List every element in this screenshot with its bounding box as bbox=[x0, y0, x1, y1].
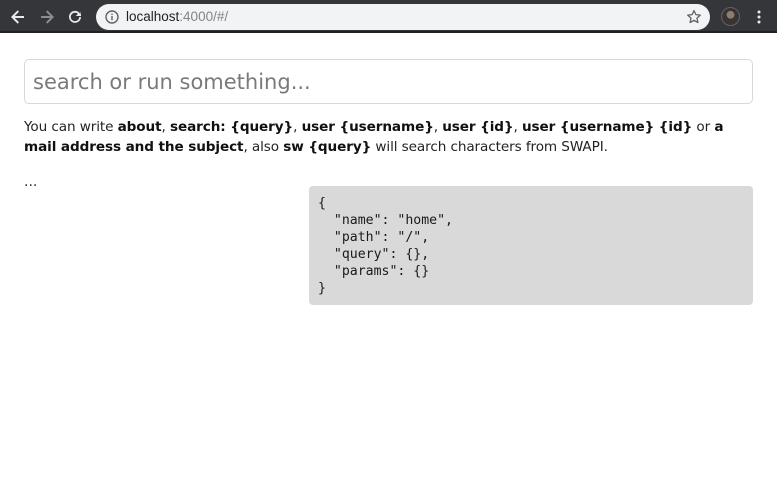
menu-dots-icon[interactable] bbox=[747, 5, 771, 29]
browser-toolbar: localhost:4000/#/ bbox=[0, 0, 777, 33]
forward-icon[interactable] bbox=[35, 5, 59, 29]
command-user-username: user {username} bbox=[301, 119, 434, 135]
reload-icon[interactable] bbox=[63, 5, 87, 29]
url-text: localhost:4000/#/ bbox=[126, 9, 228, 25]
command-user-username-id: user {username} {id} bbox=[521, 119, 693, 135]
help-text: You can write about, search: {query}, us… bbox=[24, 119, 724, 155]
back-icon[interactable] bbox=[6, 5, 30, 29]
result-indicator: ... bbox=[24, 174, 38, 190]
bookmark-star-icon[interactable] bbox=[686, 9, 702, 25]
info-icon[interactable] bbox=[105, 10, 119, 24]
command-user-id: user {id} bbox=[442, 119, 514, 135]
command-about: about bbox=[117, 119, 162, 135]
command-search: search: {query} bbox=[169, 119, 294, 135]
url-path: :4000/#/ bbox=[179, 9, 229, 24]
address-bar[interactable]: localhost:4000/#/ bbox=[96, 4, 710, 30]
command-sw: sw {query} bbox=[283, 139, 372, 155]
profile-avatar[interactable] bbox=[721, 7, 740, 26]
url-host: localhost bbox=[126, 9, 180, 24]
search-input[interactable] bbox=[24, 59, 753, 104]
route-json-block: { "name": "home", "path": "/", "query": … bbox=[309, 186, 753, 305]
